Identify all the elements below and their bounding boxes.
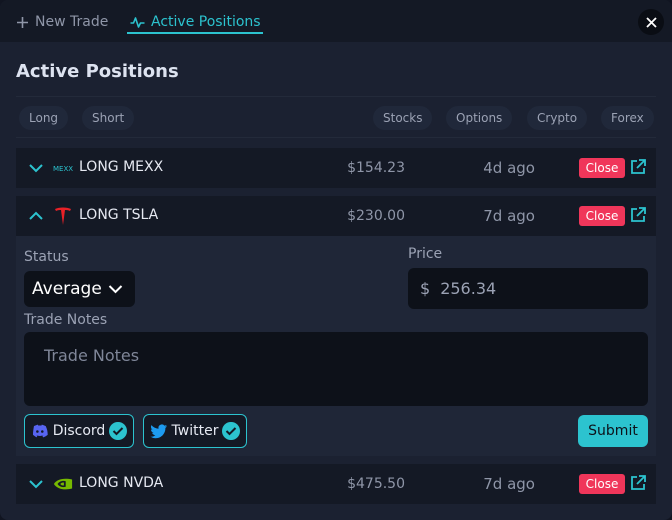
position-symbol: LONG TSLA bbox=[79, 207, 159, 223]
position-detail-panel: Status Average Price $ 256.34 Trade Note… bbox=[16, 236, 656, 456]
position-age: 4d ago bbox=[483, 159, 535, 177]
filter-forex[interactable]: Forex bbox=[601, 106, 654, 130]
nvidia-logo-icon bbox=[53, 474, 73, 494]
discord-share-toggle[interactable]: Discord bbox=[24, 414, 134, 448]
close-position-button[interactable]: Close bbox=[579, 474, 625, 494]
tab-new-trade[interactable]: New Trade bbox=[16, 11, 108, 33]
position-row[interactable]: LONG NVDA $475.50 7d ago Close bbox=[16, 464, 656, 504]
status-value: Average bbox=[32, 279, 102, 299]
close-position-button[interactable]: Close bbox=[579, 158, 625, 178]
svg-text:MEXX: MEXX bbox=[53, 165, 73, 173]
tab-bar: New Trade Active Positions bbox=[0, 0, 672, 42]
filter-bar: Long Short Stocks Options Crypto Forex bbox=[16, 96, 656, 138]
chevron-down-icon[interactable] bbox=[28, 160, 44, 176]
chevron-up-icon[interactable] bbox=[28, 208, 44, 224]
external-link-icon[interactable] bbox=[629, 474, 647, 492]
price-value: 256.34 bbox=[440, 279, 497, 298]
page-title: Active Positions bbox=[16, 61, 179, 82]
submit-button[interactable]: Submit bbox=[578, 415, 648, 447]
filter-options[interactable]: Options bbox=[446, 106, 513, 130]
position-symbol: LONG NVDA bbox=[79, 475, 164, 491]
external-link-icon[interactable] bbox=[629, 158, 647, 176]
filter-short[interactable]: Short bbox=[82, 106, 135, 130]
twitter-icon bbox=[150, 424, 168, 438]
chevron-down-icon[interactable] bbox=[28, 476, 44, 492]
price-input[interactable]: $ 256.34 bbox=[408, 268, 648, 309]
position-symbol: LONG MEXX bbox=[79, 159, 164, 175]
position-row[interactable]: MEXX LONG MEXX $154.23 4d ago Close bbox=[16, 148, 656, 188]
filter-crypto[interactable]: Crypto bbox=[527, 106, 588, 130]
filter-stocks[interactable]: Stocks bbox=[373, 106, 433, 130]
active-tab-indicator bbox=[127, 32, 263, 34]
close-icon bbox=[645, 16, 657, 28]
position-row-expanded[interactable]: LONG TSLA $230.00 7d ago Close bbox=[16, 196, 656, 236]
position-price: $230.00 bbox=[347, 208, 405, 224]
filter-long[interactable]: Long bbox=[19, 106, 69, 130]
chevron-down-icon bbox=[108, 285, 123, 294]
tesla-logo-icon bbox=[53, 206, 73, 226]
status-label: Status bbox=[24, 249, 69, 265]
external-link-icon[interactable] bbox=[629, 206, 647, 224]
twitter-share-toggle[interactable]: Twitter bbox=[143, 414, 247, 448]
discord-label: Discord bbox=[52, 423, 106, 439]
check-icon bbox=[109, 422, 127, 440]
trade-notes-label: Trade Notes bbox=[24, 312, 108, 328]
pulse-icon bbox=[130, 16, 145, 28]
position-price: $475.50 bbox=[347, 476, 405, 492]
trade-panel: New Trade Active Positions Active Positi… bbox=[0, 0, 672, 520]
position-age: 7d ago bbox=[483, 207, 535, 225]
tab-active-positions-label: Active Positions bbox=[151, 14, 261, 30]
price-label: Price bbox=[408, 246, 443, 262]
tab-new-trade-label: New Trade bbox=[35, 14, 109, 30]
tab-active-positions[interactable]: Active Positions bbox=[130, 11, 261, 33]
trade-notes-input[interactable] bbox=[24, 332, 648, 406]
position-price: $154.23 bbox=[347, 160, 405, 176]
currency-symbol: $ bbox=[420, 279, 431, 298]
close-panel-button[interactable] bbox=[638, 9, 664, 35]
mexx-logo-icon: MEXX bbox=[53, 158, 73, 178]
close-position-button[interactable]: Close bbox=[579, 206, 625, 226]
twitter-label: Twitter bbox=[171, 423, 219, 439]
position-age: 7d ago bbox=[483, 475, 535, 493]
check-icon bbox=[222, 422, 240, 440]
discord-icon bbox=[32, 424, 48, 438]
status-select[interactable]: Average bbox=[24, 271, 135, 307]
plus-icon bbox=[17, 16, 28, 28]
